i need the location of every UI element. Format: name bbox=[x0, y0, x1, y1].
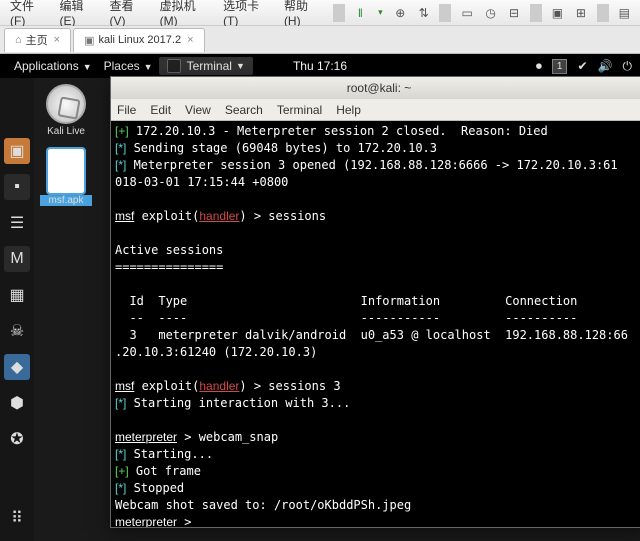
close-icon[interactable]: × bbox=[187, 34, 193, 46]
term-menu-help[interactable]: Help bbox=[336, 103, 361, 117]
settings-icon[interactable]: ✔ bbox=[577, 59, 587, 73]
tab-home-label: 主页 bbox=[26, 32, 48, 48]
dock-app-1[interactable]: ☰ bbox=[4, 210, 30, 236]
tab-kali[interactable]: ▣ kali Linux 2017.2 × bbox=[73, 28, 204, 52]
vm-icon: ▣ bbox=[84, 34, 94, 47]
dock-app-3[interactable]: ⬢ bbox=[4, 390, 30, 416]
menu-edit[interactable]: 编辑(E) bbox=[53, 0, 103, 28]
menu-vm[interactable]: 虚拟机(M) bbox=[154, 0, 217, 28]
terminal-output[interactable]: [+] 172.20.10.3 - Meterpreter session 2 … bbox=[111, 121, 640, 527]
terminal-app-icon bbox=[167, 59, 181, 73]
term-menu-file[interactable]: File bbox=[117, 103, 136, 117]
term-menu-terminal[interactable]: Terminal bbox=[277, 103, 322, 117]
disc-icon bbox=[46, 84, 86, 124]
home-icon: ⌂ bbox=[15, 34, 22, 46]
power-icon[interactable]: ⏻ bbox=[623, 59, 633, 74]
file-icon bbox=[48, 149, 84, 193]
dock-app-4[interactable]: ✪ bbox=[4, 426, 30, 452]
tab-home[interactable]: ⌂ 主页 × bbox=[4, 28, 71, 52]
applications-menu[interactable]: Applications▼ bbox=[8, 59, 98, 73]
recorder-icon[interactable]: ⏺ bbox=[536, 59, 542, 74]
unity-icon[interactable]: ⊞ bbox=[569, 1, 592, 25]
dock-armitage[interactable]: ☠ bbox=[4, 318, 30, 344]
term-menu-edit[interactable]: Edit bbox=[150, 103, 171, 117]
volume-icon[interactable]: 🔊 bbox=[598, 59, 613, 73]
dock-metasploit[interactable]: M bbox=[4, 246, 30, 272]
dock-terminal[interactable]: ▪ bbox=[4, 174, 30, 200]
system-tray: ⏺ 1 ✔ 🔊 ⏻ bbox=[536, 59, 632, 74]
terminal-menubar: File Edit View Search Terminal Help bbox=[111, 99, 640, 121]
terminal-window: root@kali: ~ File Edit View Search Termi… bbox=[110, 76, 640, 528]
host-tabbar: ⌂ 主页 × ▣ kali Linux 2017.2 × bbox=[0, 26, 640, 54]
clock-icon[interactable]: ◷ bbox=[479, 1, 502, 25]
term-menu-search[interactable]: Search bbox=[225, 103, 263, 117]
snapshot-icon[interactable]: ▭ bbox=[455, 1, 478, 25]
host-menubar: 文件(F) 编辑(E) 查看(V) 虚拟机(M) 选项卡(T) 帮助(H) ‖▾… bbox=[0, 0, 640, 26]
dock-app-2[interactable]: ▦ bbox=[4, 282, 30, 308]
menu-file[interactable]: 文件(F) bbox=[4, 0, 53, 28]
desktop-icon-kali-live[interactable]: Kali Live bbox=[40, 84, 92, 137]
active-app[interactable]: Terminal▼ bbox=[159, 57, 253, 75]
clock[interactable]: Thu 17:16 bbox=[293, 59, 347, 73]
desktop-icons: Kali Live msf.apk bbox=[40, 84, 92, 218]
desktop[interactable]: ▣ ▪ ☰ M ▦ ☠ ◆ ⬢ ✪ ⠿ Kali Live msf.apk bbox=[0, 78, 640, 541]
menu-view[interactable]: 查看(V) bbox=[104, 0, 154, 28]
close-icon[interactable]: × bbox=[54, 34, 60, 46]
vm-viewport: Applications▼ Places▼ Terminal▼ Thu 17:1… bbox=[0, 54, 640, 541]
library-icon[interactable]: ▤ bbox=[613, 1, 636, 25]
dock-show-apps[interactable]: ⠿ bbox=[4, 505, 30, 531]
tab-kali-label: kali Linux 2017.2 bbox=[99, 34, 182, 46]
places-menu[interactable]: Places▼ bbox=[98, 59, 159, 73]
menu-help[interactable]: 帮助(H) bbox=[278, 0, 329, 28]
toolbar-icon-2[interactable]: ⇅ bbox=[412, 1, 435, 25]
dock-files[interactable]: ▣ bbox=[4, 138, 30, 164]
toolbar-icon-1[interactable]: ⊕ bbox=[389, 1, 412, 25]
workspace-indicator[interactable]: 1 bbox=[552, 59, 568, 74]
fullscreen-icon[interactable]: ▣ bbox=[546, 1, 569, 25]
terminal-titlebar[interactable]: root@kali: ~ bbox=[111, 77, 640, 99]
dock-wireshark[interactable]: ◆ bbox=[4, 354, 30, 380]
pause-icon[interactable]: ‖ bbox=[349, 1, 372, 25]
gnome-topbar: Applications▼ Places▼ Terminal▼ Thu 17:1… bbox=[0, 54, 640, 78]
disk-icon[interactable]: ⊟ bbox=[502, 1, 525, 25]
term-menu-view[interactable]: View bbox=[185, 103, 211, 117]
dock: ▣ ▪ ☰ M ▦ ☠ ◆ ⬢ ✪ ⠿ bbox=[0, 78, 34, 541]
menu-tabs[interactable]: 选项卡(T) bbox=[217, 0, 278, 28]
desktop-icon-msf-apk[interactable]: msf.apk bbox=[40, 149, 92, 206]
